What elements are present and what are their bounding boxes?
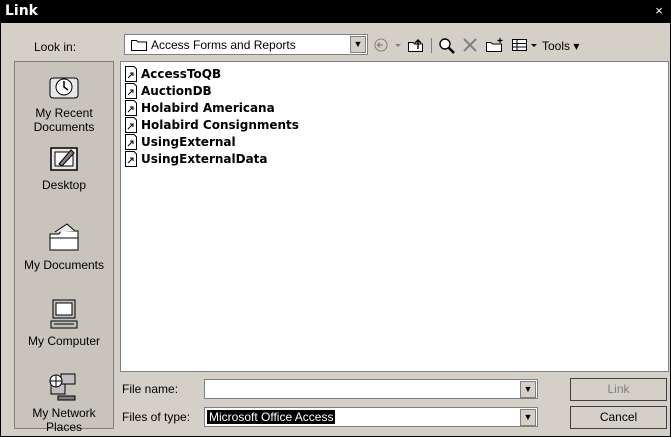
shortcut-file-icon	[125, 151, 137, 167]
look-in-label: Look in:	[34, 40, 77, 54]
tools-menu[interactable]: Tools ▾	[542, 39, 579, 53]
shortcut-file-icon	[125, 117, 137, 133]
files-of-type-dropdown[interactable]: Microsoft Office Access ▼	[204, 407, 538, 427]
close-icon[interactable]: ×	[652, 4, 666, 18]
my-computer-icon	[50, 299, 78, 329]
file-list[interactable]: AccessToQB AuctionDB Holabird Americana …	[120, 61, 669, 372]
new-folder-icon[interactable]	[485, 37, 505, 53]
up-one-level-icon[interactable]	[407, 37, 427, 53]
dialog-title: Link	[5, 3, 38, 19]
title-bar[interactable]: Link ×	[1, 1, 670, 23]
place-my-recent-documents[interactable]: My Recent Documents	[15, 72, 113, 134]
place-label: My Documents	[23, 258, 105, 272]
shortcut-file-icon	[125, 66, 137, 82]
views-icon[interactable]	[511, 37, 541, 53]
shortcut-file-icon	[125, 83, 137, 99]
look-in-dropdown[interactable]: Access Forms and Reports ▼	[124, 34, 368, 55]
my-documents-icon	[49, 223, 79, 251]
places-bar: My Recent Documents Desktop My Documents	[14, 61, 114, 434]
file-name: AccessToQB	[141, 67, 222, 81]
file-name-field[interactable]: ▼	[204, 379, 538, 399]
place-label: Desktop	[41, 178, 87, 192]
link-dialog: Link × Look in: Access Forms and Reports…	[0, 0, 671, 437]
file-name: UsingExternal	[141, 135, 236, 149]
place-label: My Network Places	[32, 406, 96, 434]
file-name: AuctionDB	[141, 84, 212, 98]
desktop-icon	[50, 147, 78, 171]
toolbar-separator	[431, 38, 432, 53]
file-name: Holabird Consignments	[141, 118, 299, 132]
recent-documents-icon	[49, 77, 79, 99]
files-of-type-label: Files of type:	[122, 410, 191, 424]
shortcut-file-icon	[125, 134, 137, 150]
place-label: My Recent Documents	[33, 106, 95, 134]
place-label: My Computer	[27, 334, 101, 348]
tools-label: Tools	[542, 39, 571, 53]
place-my-network-places[interactable]: My Network Places	[15, 372, 113, 434]
place-desktop[interactable]: Desktop	[15, 142, 113, 192]
network-places-icon	[49, 373, 76, 401]
link-button[interactable]: Link	[570, 378, 667, 401]
search-web-icon[interactable]	[438, 37, 456, 54]
cancel-button[interactable]: Cancel	[570, 406, 667, 429]
look-in-dropdown-button[interactable]: ▼	[350, 36, 366, 53]
file-name: UsingExternalData	[141, 152, 268, 166]
look-in-value: Access Forms and Reports	[151, 38, 296, 52]
file-name: Holabird Americana	[141, 101, 275, 115]
files-of-type-value: Microsoft Office Access	[207, 410, 336, 424]
delete-icon[interactable]	[462, 37, 478, 53]
file-name-label: File name:	[122, 382, 179, 396]
shortcut-file-icon	[125, 100, 137, 116]
place-my-computer[interactable]: My Computer	[15, 298, 113, 348]
back-icon[interactable]	[373, 37, 405, 53]
folder-icon	[131, 40, 147, 51]
place-my-documents[interactable]: My Documents	[15, 222, 113, 272]
files-of-type-dropdown-button[interactable]: ▼	[520, 409, 536, 426]
file-name-dropdown-button[interactable]: ▼	[520, 381, 536, 398]
